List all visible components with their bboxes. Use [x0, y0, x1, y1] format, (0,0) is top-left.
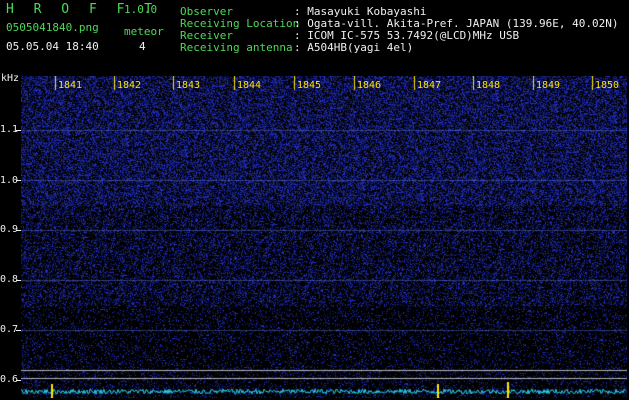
receiver-label: Receiver [180, 29, 233, 42]
time-label: 1847 [417, 80, 442, 91]
filename-label: 0505041840.png [6, 21, 99, 34]
time-axis: 1841 1842 1843 1844 1845 1846 1847 1848 … [21, 76, 627, 91]
app-version: 1.0.0 [124, 3, 158, 16]
receiver-value: : ICOM IC-575 53.7492(@LCD)MHz USB [294, 29, 520, 42]
meteor-label: meteor [124, 25, 164, 38]
header-panel: H R O F F T 1.0.0 0505041840.png meteor … [0, 0, 629, 72]
location-label: Receiving Location [180, 17, 300, 30]
spectrogram-canvas [21, 76, 627, 398]
frequency-axis: 1.1 1.0 0.9 0.8 0.7 0.6 [0, 76, 21, 400]
observer-label: Observer [180, 5, 233, 18]
antenna-label: Receiving antenna [180, 41, 293, 54]
time-label: 1843 [176, 80, 201, 91]
time-label: 1846 [357, 80, 382, 91]
antenna-value: : A504HB(yagi 4el) [294, 41, 414, 54]
time-label: 1842 [117, 80, 142, 91]
time-label: 1845 [297, 80, 322, 91]
time-label: 1850 [595, 80, 620, 91]
datetime-label: 05.05.04 18:40 [6, 40, 99, 53]
meteor-count: 4 [139, 40, 146, 53]
time-label: 1848 [476, 80, 501, 91]
time-label: 1849 [536, 80, 561, 91]
time-label: 1844 [237, 80, 262, 91]
observer-value: : Masayuki Kobayashi [294, 5, 427, 18]
location-value: : Ogata-vill. Akita-Pref. JAPAN (139.96E… [294, 17, 619, 30]
spectrogram-area: 1841 1842 1843 1844 1845 1846 1847 1848 … [21, 76, 627, 398]
time-label: 1841 [58, 80, 83, 91]
